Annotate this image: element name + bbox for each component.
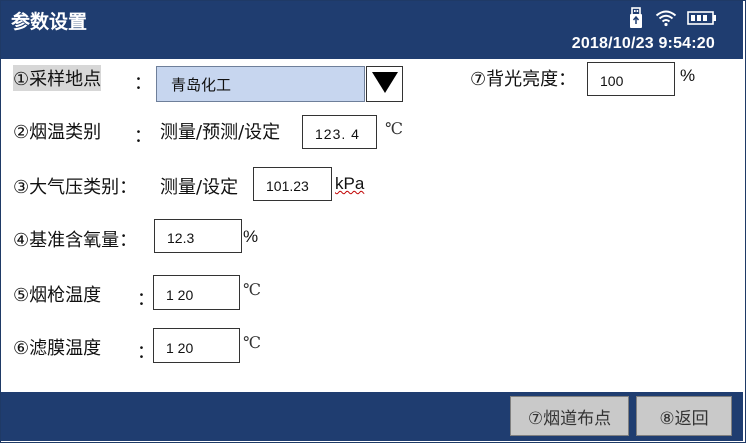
- flue-temp-label: ②烟温类别: [13, 122, 102, 143]
- atm-pressure-unit: kPa: [335, 174, 365, 193]
- flue-layout-button[interactable]: ⑦烟道布点: [510, 396, 629, 436]
- gun-temp-input[interactable]: 1 20: [153, 275, 240, 310]
- sampling-location-colon: ：: [134, 73, 152, 94]
- triangle-down-icon: [371, 70, 399, 98]
- filter-temp-label: ⑥滤膜温度: [13, 338, 102, 359]
- dropdown-toggle-button[interactable]: [366, 66, 403, 102]
- flue-temp-mode-selector[interactable]: 测量/预测/设定: [160, 118, 280, 144]
- header-bar: 参数设置 2018/10/23 9:54:20: [1, 1, 743, 59]
- sampling-location-label: ①采样地点: [13, 65, 102, 91]
- flue-temp-input[interactable]: 123. 4: [302, 115, 377, 149]
- backlight-input[interactable]: 100: [587, 62, 675, 96]
- atm-pressure-input[interactable]: 101.23: [253, 167, 332, 201]
- back-button[interactable]: ⑧返回: [636, 396, 732, 436]
- datetime-display: 2018/10/23 9:54:20: [571, 35, 715, 52]
- gun-temp-unit: ℃: [243, 280, 261, 299]
- usb-storage-icon: [627, 7, 645, 29]
- backlight-unit: %: [680, 66, 696, 85]
- backlight-label: ⑦背光亮度：: [470, 69, 577, 90]
- page-title: 参数设置: [11, 11, 88, 33]
- wifi-icon: [655, 9, 677, 27]
- flue-temp-unit: ℃: [385, 119, 403, 138]
- battery-icon: [687, 11, 717, 25]
- filter-temp-input[interactable]: 1 20: [153, 328, 240, 363]
- ref-oxygen-label: ④基准含氧量：: [13, 230, 138, 251]
- footer-bar: ⑦烟道布点 ⑧返回: [1, 392, 743, 441]
- status-icons: [627, 7, 717, 29]
- ref-oxygen-unit: %: [243, 227, 259, 246]
- gun-temp-label: ⑤烟枪温度: [13, 285, 102, 306]
- flue-temp-colon: ：: [134, 126, 152, 147]
- atm-pressure-label: ③大气压类别：: [13, 177, 138, 198]
- ref-oxygen-input[interactable]: 12.3: [154, 219, 242, 253]
- atm-pressure-mode-selector[interactable]: 测量/设定: [160, 173, 238, 199]
- filter-temp-unit: ℃: [243, 333, 261, 352]
- sampling-location-select[interactable]: 青岛化工: [156, 66, 365, 102]
